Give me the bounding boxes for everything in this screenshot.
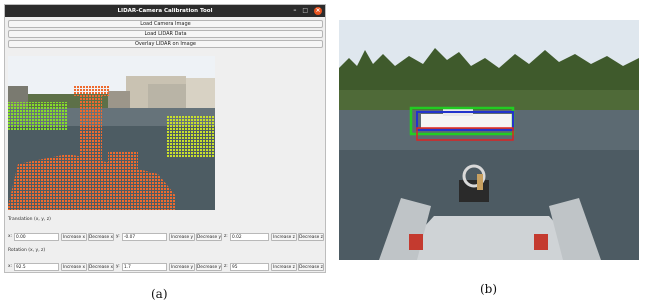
- calibration-window: LIDAR-Camera Calibration Tool – □ × Load…: [4, 4, 326, 273]
- translation-x-field[interactable]: 0.00: [14, 233, 59, 241]
- load-lidar-data-button[interactable]: Load LIDAR Data: [8, 30, 323, 38]
- rotation-z-field[interactable]: 95: [230, 263, 269, 271]
- window-title: LIDAR-Camera Calibration Tool: [117, 8, 213, 14]
- decrease-z-button[interactable]: Decrease z: [298, 263, 324, 271]
- increase-z-button[interactable]: Increase z: [271, 233, 297, 241]
- maximize-icon[interactable]: □: [302, 5, 308, 17]
- increase-z-button[interactable]: Increase z: [271, 263, 297, 271]
- rotation-controls: x: 92.5 Increase x Decrease x y: 1.7 Inc…: [8, 263, 324, 271]
- caption-a: (a): [151, 287, 168, 301]
- detection-photo: [339, 20, 639, 260]
- minimize-icon[interactable]: –: [293, 5, 296, 17]
- camera-image-with-lidar-overlay: [8, 56, 215, 210]
- load-camera-image-button[interactable]: Load Camera Image: [8, 20, 323, 28]
- decrease-z-button[interactable]: Decrease z: [298, 233, 324, 241]
- translation-controls: x: 0.00 Increase x Decrease x y: -0.07 I…: [8, 233, 324, 241]
- increase-y-button[interactable]: Increase y: [169, 233, 195, 241]
- decrease-x-button[interactable]: Decrease x: [88, 233, 114, 241]
- decrease-y-button[interactable]: Decrease y: [196, 233, 222, 241]
- camera-preview: [8, 56, 215, 210]
- overlay-lidar-button[interactable]: Overlay LIDAR on Image: [8, 40, 323, 48]
- translation-z-field[interactable]: 0.02: [230, 233, 269, 241]
- boat-detection-image: [339, 20, 639, 260]
- decrease-x-button[interactable]: Decrease x: [88, 263, 114, 271]
- rotation-x-field[interactable]: 92.5: [14, 263, 59, 271]
- rotation-label: Rotation (x, y, z): [8, 248, 46, 253]
- translation-label: Translation (x, y, z): [8, 217, 51, 222]
- decrease-y-button[interactable]: Decrease y: [196, 263, 222, 271]
- increase-x-button[interactable]: Increase x: [61, 233, 87, 241]
- increase-x-button[interactable]: Increase x: [61, 263, 87, 271]
- increase-y-button[interactable]: Increase y: [169, 263, 195, 271]
- rotation-y-field[interactable]: 1.7: [122, 263, 167, 271]
- close-icon[interactable]: ×: [314, 7, 322, 15]
- title-bar: LIDAR-Camera Calibration Tool – □ ×: [5, 5, 325, 17]
- translation-y-field[interactable]: -0.07: [122, 233, 167, 241]
- window-controls: – □ ×: [293, 5, 322, 17]
- caption-b: (b): [480, 282, 498, 296]
